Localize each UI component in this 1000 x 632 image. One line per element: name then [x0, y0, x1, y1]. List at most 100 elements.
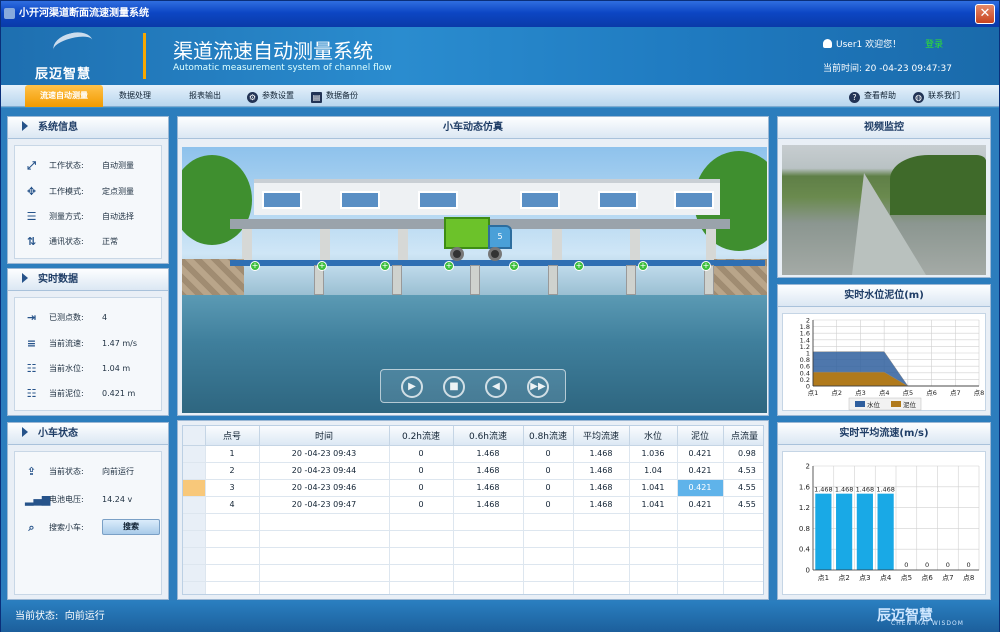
measurement-grid: 点号 时间 0.2h流速 0.6h流速 0.8h流速 平均流速 水位 泥位 12…: [183, 426, 724, 594]
truck-number: 5: [497, 232, 503, 241]
col-point[interactable]: 点号: [205, 426, 260, 446]
flow-row[interactable]: 0.98: [724, 445, 763, 463]
cell[interactable]: 4: [205, 496, 260, 514]
x-tick-label: 点7: [942, 574, 953, 582]
col-speed-02h[interactable]: 0.2h流速: [389, 426, 454, 446]
cell[interactable]: 0.421: [677, 462, 724, 480]
menu-contact[interactable]: ◍ 联系我们: [913, 85, 960, 107]
table-row[interactable]: 1 20 -04-23 09:43 0 1.468 0 1.468 1.036 0.421: [183, 445, 724, 463]
cell[interactable]: 1.468: [453, 496, 524, 514]
cell[interactable]: 1.468: [573, 462, 630, 480]
close-button[interactable]: ✕: [975, 4, 995, 24]
status-label: 当前状态:: [15, 611, 59, 622]
bar-value-label: 1.468: [835, 486, 854, 494]
login-link[interactable]: 登录: [925, 40, 943, 50]
cell[interactable]: 1.468: [453, 479, 524, 497]
cell[interactable]: 1: [205, 445, 260, 463]
menu-settings[interactable]: ⚙ 参数设置: [247, 85, 294, 107]
rewind-icon[interactable]: ◀: [485, 376, 507, 398]
car-status-header: 小车状态: [8, 423, 168, 445]
video-feed[interactable]: [782, 145, 986, 275]
legend-label: 泥位: [903, 400, 917, 409]
col-water-level[interactable]: 水位: [629, 426, 678, 446]
flow-row[interactable]: 4.55: [724, 496, 763, 514]
search-button[interactable]: 搜索: [102, 519, 160, 535]
flow-cell[interactable]: 4.53: [724, 462, 763, 480]
cell[interactable]: 0: [389, 445, 454, 463]
play-icon[interactable]: ▶: [401, 376, 423, 398]
cell[interactable]: 0: [523, 479, 574, 497]
cell[interactable]: 0: [523, 445, 574, 463]
cell-selected[interactable]: 0.421: [677, 479, 724, 497]
menu-help[interactable]: ? 查看帮助: [849, 85, 896, 107]
cell[interactable]: 1.468: [573, 445, 630, 463]
cell[interactable]: 20 -04-23 09:47: [259, 496, 390, 514]
cell[interactable]: 1.468: [573, 479, 630, 497]
flow-cell[interactable]: 0.98: [724, 445, 763, 463]
flow-row[interactable]: 4.53: [724, 462, 763, 480]
upload-icon: ⇪: [26, 465, 37, 478]
data-table-panel: 点号 时间 0.2h流速 0.6h流速 0.8h流速 平均流速 水位 泥位 12…: [177, 420, 769, 600]
bar-value-label: 1.468: [856, 486, 875, 494]
row-header-cell[interactable]: [183, 496, 206, 514]
x-tick-label: 点1: [818, 574, 829, 582]
stop-icon[interactable]: ■: [443, 376, 465, 398]
cell[interactable]: 2: [205, 462, 260, 480]
flow-cell[interactable]: 4.55: [724, 496, 763, 514]
flow-row[interactable]: 4.55: [724, 479, 763, 497]
work-status-label: 工作状态:: [49, 161, 84, 170]
cell[interactable]: 20 -04-23 09:44: [259, 462, 390, 480]
col-time[interactable]: 时间: [259, 426, 390, 446]
cell[interactable]: 0: [389, 496, 454, 514]
x-tick-label: 点8: [963, 574, 974, 582]
col-speed-08h[interactable]: 0.8h流速: [523, 426, 574, 446]
station-building: [254, 179, 720, 215]
cell[interactable]: 1.468: [573, 496, 630, 514]
bar-value-label: 0: [946, 561, 950, 569]
cell[interactable]: 0.421: [677, 445, 724, 463]
header-banner: 辰迈智慧 渠道流速自动测量系统 Automatic measurement sy…: [1, 27, 999, 85]
cell[interactable]: 0: [389, 479, 454, 497]
menu-backup[interactable]: ▤ 数据备份: [311, 85, 358, 107]
x-tick-label: 点5: [901, 574, 912, 582]
cell[interactable]: 0.421: [677, 496, 724, 514]
col-speed-06h[interactable]: 0.6h流速: [453, 426, 524, 446]
table-row[interactable]: 3 20 -04-23 09:46 0 1.468 0 1.468 1.041 0.421: [183, 479, 724, 497]
row-header-cell[interactable]: [183, 445, 206, 463]
cell[interactable]: 1.041: [629, 479, 678, 497]
row-header-cell-selected[interactable]: [183, 479, 206, 497]
car-status-panel: 小车状态 ⇪ 当前状态: 向前运行 ▂▄▆ 电池电压: 14.24 v ⌕ 搜索小车: 搜索: [7, 422, 169, 600]
menu-data-processing[interactable]: 数据处理: [119, 85, 151, 107]
col-avg-speed[interactable]: 平均流速: [573, 426, 630, 446]
realtime-panel: 实时数据 ⇥ 已测点数: 4 ≡ 当前流速: 1.47 m/s ☷ 当前水位: 1.04 m…: [7, 268, 169, 416]
cell[interactable]: 20 -04-23 09:43: [259, 445, 390, 463]
cell[interactable]: 0: [523, 496, 574, 514]
col-mud-level[interactable]: 泥位: [677, 426, 724, 446]
row-header-cell[interactable]: [183, 462, 206, 480]
legend-label: 水位: [867, 400, 881, 409]
level-icon: ☷: [26, 387, 37, 400]
enter-icon: ⇥: [26, 311, 37, 324]
speed-chart-box: 0 0.4 0.8 1.2 1.6 2 1.468 点1 1.468 点2 1.468 点3 1.468…: [782, 451, 986, 595]
cell[interactable]: 0: [389, 462, 454, 480]
menu-auto-measure[interactable]: 流速自动测量: [25, 85, 103, 107]
cell[interactable]: 0: [523, 462, 574, 480]
table-row[interactable]: 4 20 -04-23 09:47 0 1.468 0 1.468 1.041 0.421: [183, 496, 724, 514]
bar-2: [836, 493, 853, 570]
measure-point-marker: +: [701, 261, 711, 271]
cell[interactable]: 1.036: [629, 445, 678, 463]
legend-swatch: [855, 401, 865, 407]
table-row[interactable]: 2 20 -04-23 09:44 0 1.468 0 1.468 1.04 0.421: [183, 462, 724, 480]
cell[interactable]: 1.468: [453, 445, 524, 463]
fast-forward-icon[interactable]: ▶▶: [527, 376, 549, 398]
cell[interactable]: 3: [205, 479, 260, 497]
y-tick-label: 1.6: [799, 483, 811, 491]
cell[interactable]: 20 -04-23 09:46: [259, 479, 390, 497]
cell[interactable]: 1.04: [629, 462, 678, 480]
menu-report-output[interactable]: 报表输出: [189, 85, 221, 107]
flow-cell[interactable]: 4.55: [724, 479, 763, 497]
app-icon: [4, 8, 15, 19]
cell[interactable]: 1.041: [629, 496, 678, 514]
cell[interactable]: 1.468: [453, 462, 524, 480]
col-point-flow[interactable]: 点流量: [724, 426, 763, 446]
